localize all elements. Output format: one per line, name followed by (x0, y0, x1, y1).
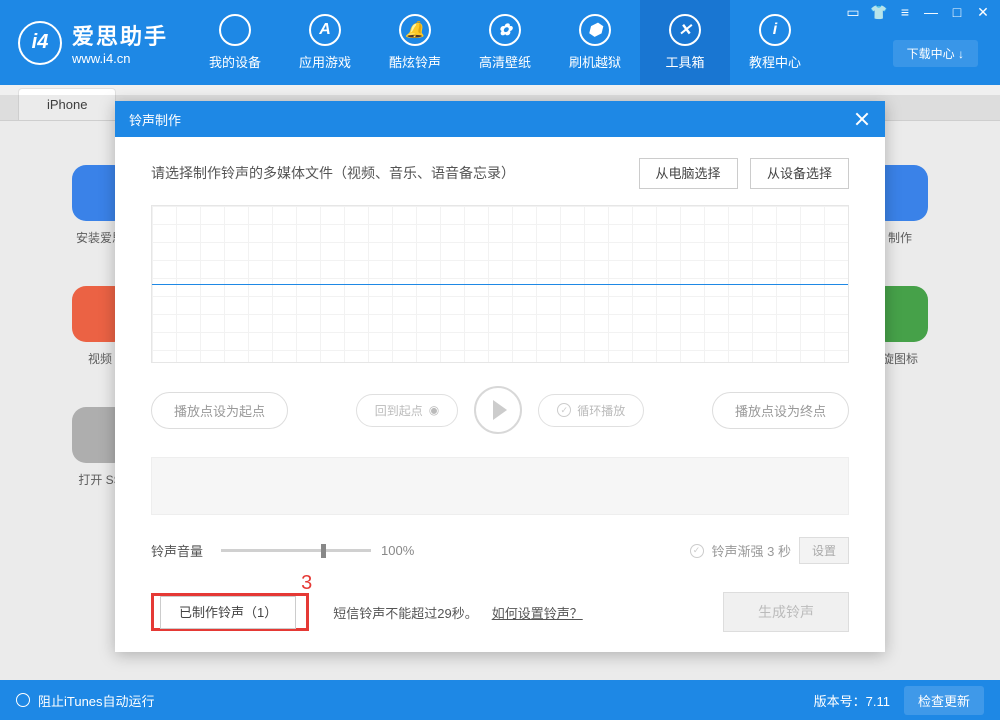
bell-icon: 🔔 (399, 14, 431, 46)
choose-from-device-button[interactable]: 从设备选择 (750, 158, 849, 189)
version-label: 版本号：7.11 (814, 691, 890, 710)
select-file-hint: 请选择制作铃声的多媒体文件（视频、音乐、语音备忘录） (151, 163, 515, 183)
how-set-ringtone-link[interactable]: 如何设置铃声？ (492, 603, 583, 622)
modal-header: 铃声制作 (115, 101, 885, 137)
box-icon: ⬢ (579, 14, 611, 46)
chat-icon[interactable]: ▭ (842, 4, 864, 22)
modal-close-icon[interactable] (853, 110, 871, 128)
ringtone-maker-modal: 铃声制作 请选择制作铃声的多媒体文件（视频、音乐、语音备忘录） 从电脑选择 从设… (115, 101, 885, 652)
apple-icon (219, 14, 251, 46)
play-button[interactable] (474, 386, 522, 434)
set-start-button[interactable]: 播放点设为起点 (151, 392, 288, 429)
app-subtitle: www.i4.cn (72, 51, 168, 66)
nav-jailbreak[interactable]: ⬢刷机越狱 (550, 0, 640, 85)
download-center-button[interactable]: 下载中心 ↓ (893, 40, 978, 67)
volume-label: 铃声音量 (151, 541, 203, 560)
apps-icon: A (309, 14, 341, 46)
modal-footer: 3 已制作铃声（1） 短信铃声不能超过29秒。 如何设置铃声？ 生成铃声 (151, 592, 849, 632)
fade-check-icon: ✓ (690, 544, 704, 558)
fade-settings-button[interactable]: 设置 (799, 537, 849, 564)
nav-ringtones[interactable]: 🔔酷炫铃声 (370, 0, 460, 85)
volume-slider[interactable] (221, 549, 371, 552)
made-ringtones-button[interactable]: 已制作铃声（1） (160, 596, 296, 629)
sms-length-hint: 短信铃声不能超过29秒。 (333, 603, 477, 622)
fade-label: 铃声渐强 3 秒 (712, 541, 791, 560)
status-bar: 阻止iTunes自动运行 版本号：7.11 检查更新 (0, 680, 1000, 720)
flower-icon: ✿ (489, 14, 521, 46)
logo-block: i4 爱思助手 www.i4.cn (0, 0, 190, 85)
modal-title: 铃声制作 (129, 110, 181, 129)
nav-toolbox[interactable]: ✕工具箱 (640, 0, 730, 85)
generate-ringtone-button[interactable]: 生成铃声 (723, 592, 849, 632)
app-title: 爱思助手 (72, 19, 168, 51)
nav-tutorials[interactable]: i教程中心 (730, 0, 820, 85)
trim-preview (151, 457, 849, 515)
checkbox-icon: ✓ (557, 403, 571, 417)
logo-icon: i4 (18, 21, 62, 65)
status-dot-icon (16, 693, 30, 707)
set-end-button[interactable]: 播放点设为终点 (712, 392, 849, 429)
playback-controls: 播放点设为起点 回到起点◉ ✓循环播放 播放点设为终点 (151, 385, 849, 435)
check-update-button[interactable]: 检查更新 (904, 686, 984, 715)
slider-knob[interactable] (321, 544, 326, 558)
shirt-icon[interactable]: 👕 (868, 4, 890, 22)
nav-apps-games[interactable]: A应用游戏 (280, 0, 370, 85)
back-to-start-button[interactable]: 回到起点◉ (356, 394, 459, 427)
window-controls: ▭ 👕 ≡ — □ ✕ (842, 4, 994, 22)
volume-row: 铃声音量 100% ✓ 铃声渐强 3 秒 设置 (151, 537, 849, 564)
loop-play-toggle[interactable]: ✓循环播放 (538, 394, 644, 427)
close-window-icon[interactable]: ✕ (972, 4, 994, 22)
info-icon: i (759, 14, 791, 46)
waveform-baseline (152, 284, 848, 285)
modal-overlay: 铃声制作 请选择制作铃声的多媒体文件（视频、音乐、语音备忘录） 从电脑选择 从设… (0, 95, 1000, 680)
minimize-icon[interactable]: — (920, 4, 942, 22)
annotation-number-3: 3 (301, 572, 312, 595)
block-itunes-toggle[interactable]: 阻止iTunes自动运行 (38, 691, 155, 710)
play-icon (493, 400, 507, 420)
maximize-icon[interactable]: □ (946, 4, 968, 22)
volume-value: 100% (381, 543, 414, 558)
choose-from-pc-button[interactable]: 从电脑选择 (639, 158, 738, 189)
app-header: i4 爱思助手 www.i4.cn 我的设备 A应用游戏 🔔酷炫铃声 ✿高清壁纸… (0, 0, 1000, 85)
wrench-icon: ✕ (669, 14, 701, 46)
annotation-box-3: 3 已制作铃声（1） (151, 593, 309, 631)
menu-icon[interactable]: ≡ (894, 4, 916, 22)
nav-wallpapers[interactable]: ✿高清壁纸 (460, 0, 550, 85)
nav-my-device[interactable]: 我的设备 (190, 0, 280, 85)
waveform-panel[interactable] (151, 205, 849, 363)
